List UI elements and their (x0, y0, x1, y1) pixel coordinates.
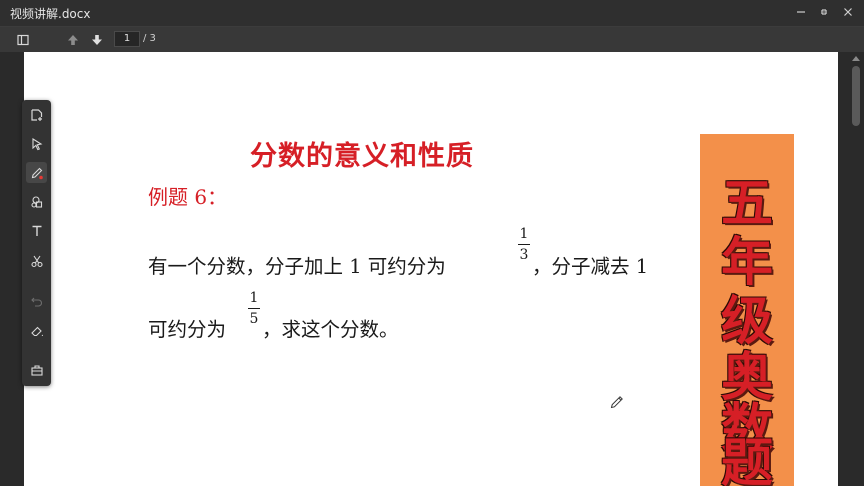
fraction-one-third: 1 3 (518, 225, 530, 264)
arrow-up-icon[interactable] (64, 31, 82, 49)
fraction-denominator: 3 (519, 247, 529, 263)
arrow-down-icon[interactable] (88, 31, 106, 49)
fraction-bar (518, 244, 530, 245)
scissors-icon[interactable] (26, 250, 47, 271)
problem-line-1-part-2: ，分子减去 1 (532, 255, 649, 278)
fraction-denominator: 5 (249, 311, 259, 327)
fraction-numerator: 1 (249, 290, 259, 306)
sidebar-toggle-icon[interactable] (14, 31, 32, 49)
shapes-icon[interactable] (26, 191, 47, 212)
problem-line-1-part-1: 有一个分数，分子加上 1 可约分为 (148, 255, 446, 278)
toolbar: 1 / 3 (0, 26, 864, 52)
banner-char: 题 (720, 434, 773, 486)
fraction-bar (248, 308, 260, 309)
page-number-input[interactable]: 1 (114, 31, 140, 47)
add-page-icon[interactable] (26, 104, 47, 125)
vertical-scrollbar[interactable] (848, 52, 864, 486)
scroll-up-arrow[interactable] (852, 56, 860, 61)
window-title-bar: 视频讲解.docx (0, 0, 864, 26)
pointer-icon[interactable] (26, 133, 47, 154)
toolbox-icon[interactable] (26, 359, 47, 380)
page-total: / 3 (143, 33, 156, 44)
fraction-numerator: 1 (519, 226, 529, 242)
pencil-cursor-icon (609, 394, 625, 410)
restore-icon[interactable] (815, 4, 833, 22)
problem-line-2-part-1: 可约分为 (148, 318, 227, 341)
fraction-one-fifth: 1 5 (248, 289, 260, 328)
grade-banner: 五 年 级 奥 数 题 (700, 134, 794, 486)
banner-char: 级 (720, 291, 773, 352)
window-title: 视频讲解.docx (10, 7, 91, 21)
close-icon[interactable] (839, 4, 857, 22)
document-title: 分数的意义和性质 (250, 141, 474, 172)
problem-line-2-part-2: ，求这个分数。 (262, 318, 399, 341)
banner-char: 五 (720, 173, 773, 234)
text-icon[interactable] (26, 220, 47, 241)
banner-char: 年 (720, 232, 773, 293)
scroll-thumb[interactable] (852, 66, 860, 126)
undo-icon[interactable] (26, 290, 47, 311)
pen-icon[interactable] (26, 162, 47, 183)
minimize-icon[interactable] (792, 4, 810, 22)
annotation-tool-palette (22, 100, 51, 386)
eraser-icon[interactable] (26, 320, 47, 341)
example-label: 例题 6： (148, 185, 228, 209)
